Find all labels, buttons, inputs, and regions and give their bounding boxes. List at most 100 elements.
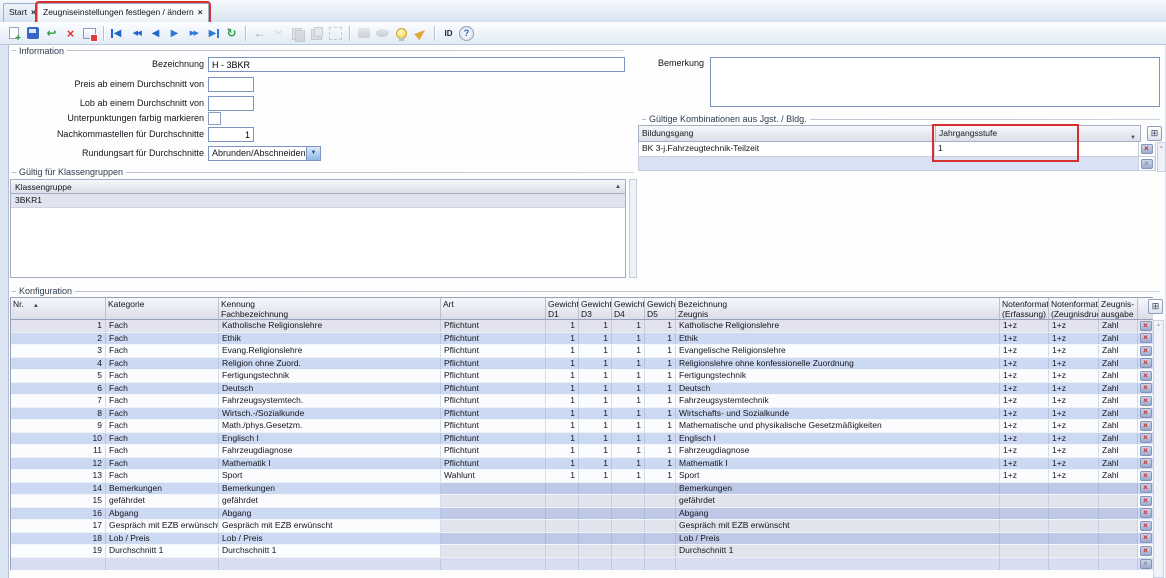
refresh-icon[interactable]: ↻ <box>223 25 240 42</box>
kombinationen-scrollbar[interactable]: ▲ <box>1157 142 1166 172</box>
delete-row-button[interactable]: × <box>1140 144 1153 154</box>
konfig-col-header[interactable]: Gewicht D3 <box>579 298 612 319</box>
jahrgangsstufe-column-header[interactable]: Jahrgangsstufe ▼ <box>936 126 1140 141</box>
save-icon[interactable] <box>24 25 41 42</box>
konfig-col-header[interactable]: Gewicht D1 <box>546 298 579 319</box>
bemerkung-field[interactable] <box>710 57 1160 107</box>
table-row[interactable]: 9 Fach Math./phys.Gesetzm. Pflichtunt 1 1 1 1 Ma… <box>11 420 1153 433</box>
konfig-col-header[interactable]: Art <box>441 298 546 319</box>
next-record-icon[interactable]: ▶ <box>166 25 183 42</box>
table-row[interactable]: 5 Fach Fertigungstechnik Pflichtunt 1 1 1 1 Fert… <box>11 370 1153 383</box>
first-record-icon[interactable]: ◀ <box>109 25 126 42</box>
kombinationen-table-settings-button[interactable]: ⊞ <box>1147 126 1162 141</box>
print-icon[interactable] <box>355 25 372 42</box>
table-row[interactable]: 18 Lob / Preis Lob / Preis Lob / Preis × <box>11 532 1153 545</box>
bildungsgang-cell[interactable] <box>639 157 935 170</box>
delete-row-button[interactable]: × <box>1139 445 1152 456</box>
new-record-icon[interactable] <box>5 25 22 44</box>
stamp-icon[interactable] <box>374 25 391 42</box>
delete-row-button[interactable]: × <box>1139 520 1152 531</box>
delete-row-button[interactable]: × <box>1139 333 1152 344</box>
konfig-col-header[interactable]: Notenformat(Zeugnisdruck) <box>1049 298 1099 319</box>
form-view-icon[interactable] <box>81 25 98 42</box>
cut-icon[interactable]: ✂ <box>270 25 287 42</box>
delete-row-button[interactable]: × <box>1139 558 1152 569</box>
copy-icon[interactable] <box>289 25 306 42</box>
navigate-back-icon[interactable]: ← <box>251 25 268 42</box>
next-fast-icon[interactable]: ▶▶ <box>185 25 202 42</box>
jahrgangsstufe-cell[interactable]: 1 <box>935 142 1139 156</box>
delete-row-button[interactable]: × <box>1139 545 1152 556</box>
table-row[interactable]: 10 Fach Englisch I Pflichtunt 1 1 1 1 Englisch I… <box>11 432 1153 445</box>
delete-row-button[interactable]: × <box>1139 358 1152 369</box>
clean-icon[interactable] <box>412 25 429 42</box>
scroll-up-icon[interactable]: ▲ <box>1154 321 1163 330</box>
konfig-col-header[interactable]: Nr. ▲ <box>11 298 106 319</box>
lob-field[interactable] <box>208 96 254 111</box>
table-row[interactable]: 1 Fach Katholische Religionslehre Pflichtun… <box>11 320 1153 333</box>
klassengruppe-row[interactable]: 3BKR1 <box>11 194 625 208</box>
scroll-up-icon[interactable]: ▲ <box>1158 143 1165 152</box>
table-row[interactable]: 13 Fach Sport Wahlunt 1 1 1 1 Sport 1+z 1+z Zahl × <box>11 470 1153 483</box>
record-id-icon[interactable]: ID <box>440 25 457 42</box>
unterpunktungen-checkbox[interactable] <box>208 112 221 125</box>
tab-zeugniseinstellungen[interactable]: Zeugniseinstellungen festlegen / ändern × <box>35 1 211 24</box>
previous-record-icon[interactable]: ◀ <box>147 25 164 42</box>
bezeichnung-field[interactable] <box>208 57 625 72</box>
jahrgangsstufe-cell[interactable] <box>935 157 1139 170</box>
preis-field[interactable] <box>208 77 254 92</box>
klassengruppen-scrollbar[interactable] <box>629 179 637 278</box>
table-row[interactable]: 19 Durchschnitt 1 Durchschnitt 1 Durchschni… <box>11 545 1153 558</box>
delete-row-button[interactable]: × <box>1139 508 1152 519</box>
delete-row-button[interactable]: × <box>1139 495 1152 506</box>
delete-row-button[interactable]: × <box>1139 420 1152 431</box>
delete-record-icon[interactable]: × <box>62 25 79 42</box>
rundungsart-select[interactable]: Abrunden/Abschneiden ▼ <box>208 146 321 161</box>
select-region-icon[interactable] <box>327 25 344 42</box>
bildungsgang-column-header[interactable]: Bildungsgang <box>639 126 936 141</box>
kombination-row[interactable]: × <box>638 157 1156 171</box>
delete-row-button[interactable]: × <box>1140 158 1153 169</box>
hint-icon[interactable] <box>393 25 410 42</box>
help-icon[interactable]: ? <box>459 25 474 41</box>
close-icon[interactable]: × <box>198 7 203 17</box>
table-row[interactable]: 3 Fach Evang.Religionslehre Pflichtunt 1 1 1 1 E… <box>11 345 1153 358</box>
table-row[interactable]: 6 Fach Deutsch Pflichtunt 1 1 1 1 Deutsch 1+z 1+z Z… <box>11 382 1153 395</box>
konfig-col-header[interactable]: Bezeichnung Zeugnis <box>676 298 1000 319</box>
konfig-col-header[interactable]: Gewicht D4 <box>612 298 645 319</box>
table-row[interactable]: 4 Fach Religion ohne Zuord. Pflichtunt 1 1 1 1 R… <box>11 357 1153 370</box>
table-row[interactable]: 11 Fach Fahrzeugdiagnose Pflichtunt 1 1 1 1 Fahr… <box>11 445 1153 458</box>
table-row[interactable]: 8 Fach Wirtsch.-/Sozialkunde Pflichtunt 1 1 1 1… <box>11 407 1153 420</box>
klassengruppe-column-header[interactable]: Klassengruppe ▲ <box>11 180 625 194</box>
konfig-col-header[interactable]: Zeugnis-ausgabe <box>1099 298 1138 319</box>
delete-row-button[interactable]: × <box>1139 458 1152 469</box>
table-row[interactable]: 17 Gespräch mit EZB erwünscht Gespräch mit… <box>11 520 1153 533</box>
delete-row-button[interactable]: × <box>1139 395 1152 406</box>
konfig-col-header[interactable]: Kategorie <box>106 298 219 319</box>
table-row[interactable]: 16 Abgang Abgang Abgang × <box>11 507 1153 520</box>
last-record-icon[interactable]: ▶ <box>204 25 221 42</box>
konfig-col-header[interactable]: Gewicht D5 <box>645 298 676 319</box>
table-row[interactable]: 14 Bemerkungen Bemerkungen Bemerkungen × <box>11 482 1153 495</box>
table-row[interactable]: 2 Fach Ethik Pflichtunt 1 1 1 1 Ethik 1+z 1+z Zahl × <box>11 332 1153 345</box>
paste-icon[interactable] <box>308 25 325 42</box>
nachkomma-field[interactable] <box>208 127 254 142</box>
chevron-down-icon[interactable]: ▼ <box>1130 131 1136 146</box>
bildungsgang-cell[interactable]: BK 3-j.Fahrzeugtechnik-Teilzeit <box>639 142 935 156</box>
kombination-row[interactable]: BK 3-j.Fahrzeugtechnik-Teilzeit 1 × <box>638 142 1156 157</box>
delete-row-button[interactable]: × <box>1139 320 1152 331</box>
table-row[interactable]: × <box>11 557 1153 570</box>
konfig-scrollbar[interactable]: ▲ <box>1153 320 1164 578</box>
konfig-col-header[interactable]: Kennung Fachbezeichnung <box>219 298 441 319</box>
close-icon[interactable]: × <box>31 7 36 17</box>
delete-row-button[interactable]: × <box>1139 345 1152 356</box>
delete-row-button[interactable]: × <box>1139 470 1152 481</box>
delete-row-button[interactable]: × <box>1139 370 1152 381</box>
chevron-down-icon[interactable]: ▼ <box>306 147 320 160</box>
delete-row-button[interactable]: × <box>1139 533 1152 544</box>
table-row[interactable]: 15 gefährdet gefährdet gefährdet × <box>11 495 1153 508</box>
konfig-table-settings-button[interactable]: ⊞ <box>1148 299 1163 314</box>
delete-row-button[interactable]: × <box>1139 408 1152 419</box>
previous-fast-icon[interactable]: ◀◀ <box>128 25 145 42</box>
table-row[interactable]: 12 Fach Mathematik I Pflichtunt 1 1 1 1 Mathemat… <box>11 457 1153 470</box>
